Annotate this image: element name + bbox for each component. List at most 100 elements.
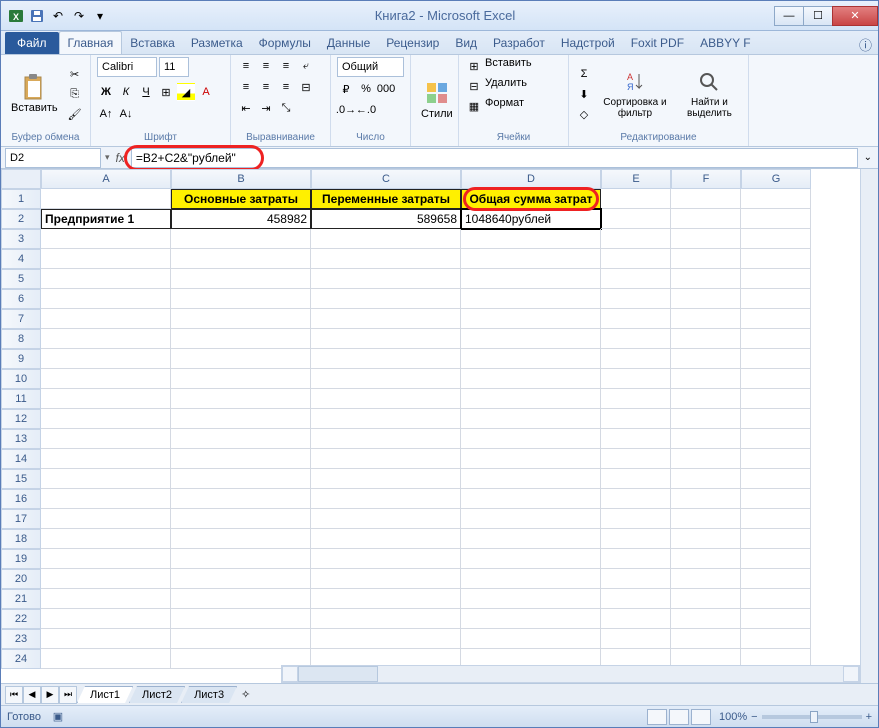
row-header[interactable]: 22: [1, 609, 41, 629]
cell-B13[interactable]: [171, 429, 311, 449]
align-right-icon[interactable]: ≡: [277, 78, 295, 96]
inc-decimal-icon[interactable]: .0→: [337, 101, 355, 119]
cell-E19[interactable]: [601, 549, 671, 569]
cell-C16[interactable]: [311, 489, 461, 509]
row-header[interactable]: 4: [1, 249, 41, 269]
view-tab[interactable]: Вид: [447, 32, 485, 54]
cell-C23[interactable]: [311, 629, 461, 649]
cell-C3[interactable]: [311, 229, 461, 249]
row-header[interactable]: 5: [1, 269, 41, 289]
cell-E2[interactable]: [601, 209, 671, 229]
macro-record-icon[interactable]: ▣: [49, 708, 67, 726]
cell-G3[interactable]: [741, 229, 811, 249]
row-header[interactable]: 1: [1, 189, 41, 209]
spreadsheet-grid[interactable]: ABCDEFG 1Основные затратыПеременные затр…: [1, 169, 878, 701]
cell-B8[interactable]: [171, 329, 311, 349]
cell-F14[interactable]: [671, 449, 741, 469]
home-tab[interactable]: Главная: [59, 31, 123, 54]
row-header[interactable]: 16: [1, 489, 41, 509]
styles-button[interactable]: Стили: [417, 78, 457, 122]
row-header[interactable]: 24: [1, 649, 41, 669]
cell-A10[interactable]: [41, 369, 171, 389]
cell-A3[interactable]: [41, 229, 171, 249]
cell-F13[interactable]: [671, 429, 741, 449]
cell-F19[interactable]: [671, 549, 741, 569]
cell-C12[interactable]: [311, 409, 461, 429]
cell-B17[interactable]: [171, 509, 311, 529]
cell-A11[interactable]: [41, 389, 171, 409]
column-header-g[interactable]: G: [741, 169, 811, 189]
cell-A4[interactable]: [41, 249, 171, 269]
cell-G8[interactable]: [741, 329, 811, 349]
page-layout-view-icon[interactable]: [669, 709, 689, 725]
cell-G11[interactable]: [741, 389, 811, 409]
cell-F10[interactable]: [671, 369, 741, 389]
cell-B6[interactable]: [171, 289, 311, 309]
cell-C14[interactable]: [311, 449, 461, 469]
page-break-view-icon[interactable]: [691, 709, 711, 725]
sort-filter-button[interactable]: АЯ Сортировка и фильтр: [597, 67, 673, 121]
cell-B7[interactable]: [171, 309, 311, 329]
cell-D14[interactable]: [461, 449, 601, 469]
cell-E23[interactable]: [601, 629, 671, 649]
row-header[interactable]: 11: [1, 389, 41, 409]
formula-input[interactable]: =B2+C2&"рублей": [131, 148, 858, 168]
save-icon[interactable]: [28, 7, 46, 25]
column-header-b[interactable]: B: [171, 169, 311, 189]
cell-F20[interactable]: [671, 569, 741, 589]
row-header[interactable]: 14: [1, 449, 41, 469]
cell-D19[interactable]: [461, 549, 601, 569]
cell-F2[interactable]: [671, 209, 741, 229]
cell-C15[interactable]: [311, 469, 461, 489]
cell-D15[interactable]: [461, 469, 601, 489]
column-header-c[interactable]: C: [311, 169, 461, 189]
formulas-tab[interactable]: Формулы: [251, 32, 319, 54]
italic-icon[interactable]: К: [117, 83, 135, 101]
cell-G23[interactable]: [741, 629, 811, 649]
row-header[interactable]: 9: [1, 349, 41, 369]
row-header[interactable]: 15: [1, 469, 41, 489]
cell-D22[interactable]: [461, 609, 601, 629]
delete-cells-label[interactable]: Удалить: [485, 77, 527, 95]
column-header-e[interactable]: E: [601, 169, 671, 189]
cell-B21[interactable]: [171, 589, 311, 609]
cell-D21[interactable]: [461, 589, 601, 609]
cell-F1[interactable]: [671, 189, 741, 209]
cell-G10[interactable]: [741, 369, 811, 389]
cell-E20[interactable]: [601, 569, 671, 589]
cell-A1[interactable]: [41, 189, 171, 209]
help-icon[interactable]: ⓘ: [859, 35, 872, 54]
align-top-icon[interactable]: ≡: [237, 57, 255, 75]
row-header[interactable]: 23: [1, 629, 41, 649]
zoom-thumb[interactable]: [810, 711, 818, 723]
cell-B11[interactable]: [171, 389, 311, 409]
cell-E14[interactable]: [601, 449, 671, 469]
cell-G14[interactable]: [741, 449, 811, 469]
align-center-icon[interactable]: ≡: [257, 78, 275, 96]
comma-icon[interactable]: 000: [377, 80, 395, 98]
cell-B5[interactable]: [171, 269, 311, 289]
cell-D3[interactable]: [461, 229, 601, 249]
cell-G17[interactable]: [741, 509, 811, 529]
fill-color-icon[interactable]: ◢: [177, 83, 195, 101]
cell-C17[interactable]: [311, 509, 461, 529]
redo-icon[interactable]: ↷: [70, 7, 88, 25]
format-cells-label[interactable]: Формат: [485, 97, 524, 115]
cell-D5[interactable]: [461, 269, 601, 289]
cell-F21[interactable]: [671, 589, 741, 609]
cell-G5[interactable]: [741, 269, 811, 289]
orientation-icon[interactable]: ⤡: [277, 99, 295, 117]
find-select-button[interactable]: Найти и выделить: [677, 67, 742, 121]
row-header[interactable]: 19: [1, 549, 41, 569]
cell-C18[interactable]: [311, 529, 461, 549]
cell-C8[interactable]: [311, 329, 461, 349]
wrap-text-icon[interactable]: ⤶: [297, 57, 315, 75]
cell-C5[interactable]: [311, 269, 461, 289]
autosum-icon[interactable]: Σ: [575, 65, 593, 83]
cell-E10[interactable]: [601, 369, 671, 389]
cell-F8[interactable]: [671, 329, 741, 349]
cell-C21[interactable]: [311, 589, 461, 609]
cell-E11[interactable]: [601, 389, 671, 409]
align-bottom-icon[interactable]: ≡: [277, 57, 295, 75]
cell-G22[interactable]: [741, 609, 811, 629]
